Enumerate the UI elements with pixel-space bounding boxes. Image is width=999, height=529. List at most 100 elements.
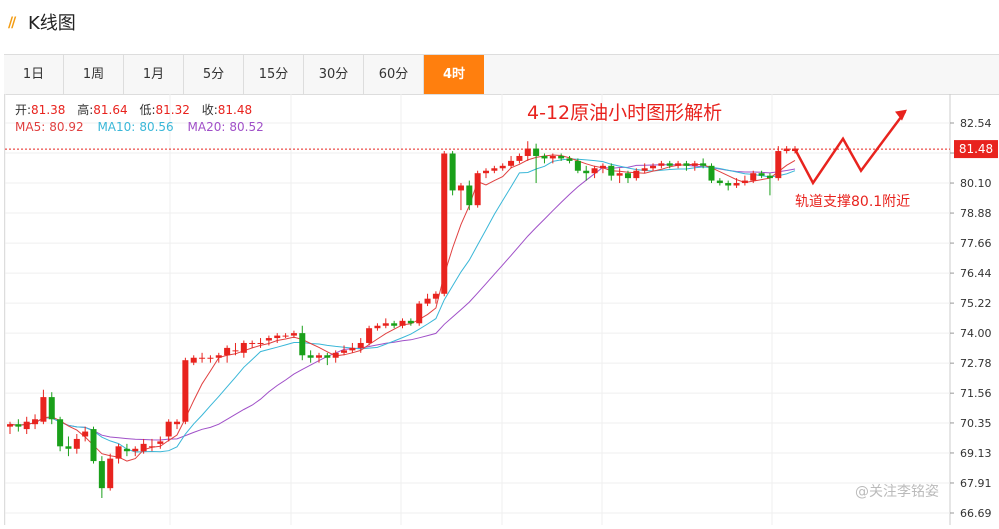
chart-annotation: 4-12原油小时图形解析 <box>527 102 722 124</box>
support-note: 轨道支撑80.1附近 <box>795 194 910 210</box>
candle-body <box>90 429 97 462</box>
y-tick-label: 82.54 <box>960 117 992 130</box>
candle-body <box>574 160 581 171</box>
candle-body <box>483 170 490 174</box>
ma5-line <box>9 154 796 462</box>
candle-body <box>758 173 765 176</box>
candle-body <box>733 183 740 186</box>
candle-body <box>165 421 172 437</box>
candle-body <box>23 421 30 430</box>
candle-body <box>15 424 22 427</box>
double-slash-icon: // <box>8 15 16 31</box>
candle-body <box>633 170 640 179</box>
candle-body <box>174 421 181 425</box>
tab-30min[interactable]: 30分 <box>304 55 364 94</box>
tab-5min[interactable]: 5分 <box>184 55 244 94</box>
low-label: 低: <box>139 103 155 117</box>
y-tick-label: 80.10 <box>960 177 992 190</box>
candle-body <box>624 173 631 179</box>
candle-body <box>591 168 598 174</box>
candle-body <box>391 323 398 326</box>
candle-body <box>474 173 481 206</box>
candle-body <box>357 342 364 348</box>
ma5-label: MA5: <box>15 120 45 134</box>
candle-body <box>457 185 464 191</box>
candle-body <box>199 357 206 359</box>
ma5-value: 80.92 <box>49 120 83 134</box>
candle-body <box>549 155 556 159</box>
candle-body <box>466 185 473 206</box>
kline-chart-svg: 82.54 81.32 80.10 78.88 77.66 76.44 75.22 74.00… <box>4 94 998 525</box>
candle-body <box>98 461 105 489</box>
candle-body <box>599 165 606 169</box>
candle-body <box>349 347 356 351</box>
candle-body <box>741 180 748 184</box>
candle-body <box>82 431 89 437</box>
candle-body <box>140 443 147 452</box>
candle-body <box>416 303 423 324</box>
candle-body <box>516 155 523 161</box>
candle-body <box>432 293 439 299</box>
candle-body <box>716 180 723 184</box>
candle-body <box>265 338 272 341</box>
candle-body <box>315 355 322 358</box>
ma10-value: 80.56 <box>139 120 173 134</box>
ma20-label: MA20: <box>188 120 226 134</box>
candle-body <box>57 419 64 447</box>
y-tick-label: 74.00 <box>960 327 992 340</box>
candle-body <box>382 323 389 326</box>
candle-body <box>641 168 648 171</box>
watermark: @关注李铭姿 <box>855 484 939 500</box>
candle-body <box>157 441 164 444</box>
candle-body <box>566 158 573 161</box>
ma10-line <box>9 158 796 453</box>
candles <box>6 141 799 498</box>
candle-body <box>407 320 414 324</box>
low-value: 81.32 <box>156 103 190 117</box>
moving-average-lines <box>9 154 796 462</box>
grid-lines <box>4 94 951 525</box>
candle-body <box>766 175 773 179</box>
candle-body <box>307 355 314 358</box>
tab-15min[interactable]: 15分 <box>244 55 304 94</box>
title-bar: // K线图 <box>0 0 999 44</box>
candle-body <box>666 163 673 166</box>
y-tick-label: 72.78 <box>960 357 992 370</box>
candle-body <box>708 165 715 181</box>
candle-body <box>441 153 448 294</box>
candle-body <box>583 170 590 174</box>
candle-body <box>541 155 548 159</box>
y-axis: 82.5481.3280.1078.8877.6676.4475.2274.00… <box>950 117 992 520</box>
tab-1m[interactable]: 1月 <box>124 55 184 94</box>
tab-1d[interactable]: 1日 <box>4 55 64 94</box>
candle-body <box>274 335 281 339</box>
candle-body <box>123 448 130 452</box>
candle-body <box>148 446 155 448</box>
candle-body <box>240 342 247 353</box>
candle-body <box>424 298 431 304</box>
tab-1w[interactable]: 1周 <box>64 55 124 94</box>
candle-body <box>499 165 506 169</box>
candle-body <box>524 148 531 156</box>
y-tick-label: 77.66 <box>960 237 992 250</box>
y-tick-label: 69.13 <box>960 447 992 460</box>
candle-body <box>675 163 682 166</box>
candle-body <box>775 151 782 179</box>
close-label: 收: <box>202 103 218 117</box>
candle-body <box>650 165 657 169</box>
tab-4h[interactable]: 4时 <box>424 55 484 94</box>
y-tick-label: 66.69 <box>960 507 992 520</box>
candle-body <box>182 360 189 422</box>
open-value: 81.38 <box>31 103 65 117</box>
candle-body <box>224 347 231 356</box>
candle-body <box>6 424 14 427</box>
candle-body <box>399 320 406 326</box>
candle-body <box>232 350 239 352</box>
candle-body <box>508 160 515 166</box>
y-tick-label: 67.91 <box>960 477 992 490</box>
candle-body <box>366 328 373 343</box>
tab-60min[interactable]: 60分 <box>364 55 424 94</box>
candle-body <box>249 342 256 344</box>
y-tick-label: 76.44 <box>960 267 992 280</box>
page-title: K线图 <box>28 13 76 34</box>
